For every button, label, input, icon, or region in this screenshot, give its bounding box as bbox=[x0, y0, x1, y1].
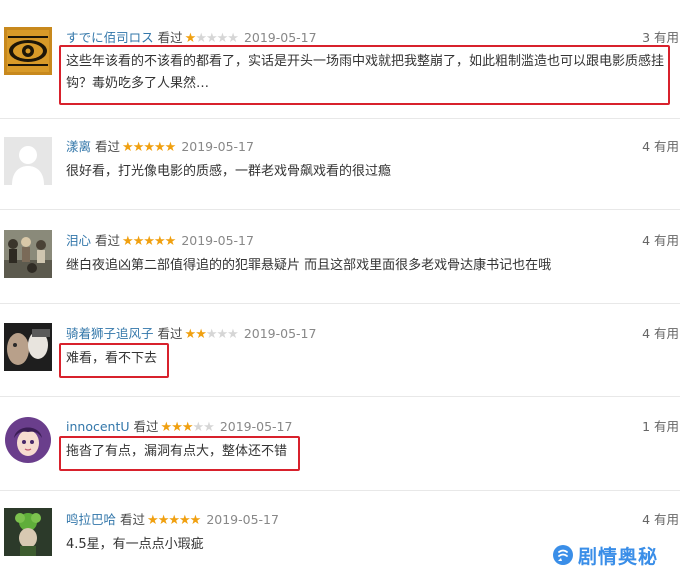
username-link[interactable]: innocentU bbox=[66, 419, 130, 434]
review-date: 2019-05-17 bbox=[181, 233, 254, 248]
star-empty-icon: ★ bbox=[205, 327, 218, 342]
review-meta: innocentU 看过 ★★★★★ 2019-05-17 bbox=[66, 418, 292, 436]
star-filled-icon: ★ bbox=[164, 234, 177, 249]
star-empty-icon: ★ bbox=[216, 327, 229, 342]
star-filled-icon: ★ bbox=[147, 513, 159, 528]
star-rating: ★★★★★ bbox=[184, 327, 239, 342]
username-link[interactable]: 泪心 bbox=[66, 233, 91, 248]
star-filled-icon: ★ bbox=[122, 140, 134, 155]
star-empty-icon: ★ bbox=[192, 420, 205, 435]
star-filled-icon: ★ bbox=[122, 234, 134, 249]
highlight-box bbox=[59, 45, 670, 105]
useful-count[interactable]: 4 有用 bbox=[642, 138, 679, 156]
star-filled-icon: ★ bbox=[132, 140, 145, 155]
useful-count[interactable]: 4 有用 bbox=[642, 511, 679, 529]
watermark-text: 剧情奥秘 bbox=[578, 545, 659, 568]
default-user-icon bbox=[4, 137, 52, 185]
review-meta: 骑着狮子追风子 看过 ★★★★★ 2019-05-17 bbox=[66, 325, 316, 343]
star-rating: ★★★★★ bbox=[122, 234, 177, 249]
star-filled-icon: ★ bbox=[181, 420, 194, 435]
star-filled-icon: ★ bbox=[157, 513, 170, 528]
divider bbox=[0, 490, 680, 491]
highlight-box bbox=[59, 436, 300, 471]
star-filled-icon: ★ bbox=[160, 420, 173, 435]
anime-girl-icon bbox=[4, 416, 52, 464]
star-rating: ★★★★★ bbox=[160, 420, 215, 435]
useful-count[interactable]: 4 有用 bbox=[642, 325, 679, 343]
star-filled-icon: ★ bbox=[195, 327, 207, 342]
star-filled-icon: ★ bbox=[143, 140, 155, 155]
watch-status: 看过 bbox=[157, 326, 183, 341]
watch-status: 看过 bbox=[157, 30, 183, 45]
watch-status: 看过 bbox=[95, 233, 121, 248]
eye-pattern-icon bbox=[4, 27, 52, 75]
star-rating: ★★★★★ bbox=[122, 140, 177, 155]
star-filled-icon: ★ bbox=[179, 513, 191, 528]
divider bbox=[0, 118, 680, 119]
review-meta: 鸣拉巴哈 看过 ★★★★★ 2019-05-17 bbox=[66, 511, 279, 529]
star-filled-icon: ★ bbox=[184, 31, 197, 46]
star-empty-icon: ★ bbox=[216, 31, 229, 46]
useful-count[interactable]: 4 有用 bbox=[642, 232, 679, 250]
group-photo-icon bbox=[4, 230, 52, 278]
review-text: 继白夜追凶第二部值得追的的犯罪悬疑片 而且这部戏里面很多老戏骨达康书记也在哦 bbox=[66, 258, 552, 273]
review-text: 很好看，打光像电影的质感，一群老戏骨飙戏看的很过瘾 bbox=[66, 164, 392, 179]
star-filled-icon: ★ bbox=[171, 420, 183, 435]
star-filled-icon: ★ bbox=[132, 234, 145, 249]
review-date: 2019-05-17 bbox=[181, 139, 254, 154]
star-filled-icon: ★ bbox=[154, 140, 166, 155]
user-avatar[interactable] bbox=[4, 230, 52, 278]
chat-bubble-icon bbox=[553, 545, 573, 565]
watermark: 剧情奥秘 bbox=[552, 541, 658, 569]
star-filled-icon: ★ bbox=[168, 513, 180, 528]
star-empty-icon: ★ bbox=[205, 31, 218, 46]
review-date: 2019-05-17 bbox=[243, 326, 317, 341]
username-link[interactable]: 鸣拉巴哈 bbox=[66, 512, 116, 527]
star-empty-icon: ★ bbox=[227, 327, 239, 342]
star-filled-icon: ★ bbox=[154, 234, 166, 249]
username-link[interactable]: 骑着狮子追风子 bbox=[66, 326, 154, 341]
green-figure-icon bbox=[4, 508, 52, 556]
username-link[interactable]: すでに佰司ロス bbox=[66, 30, 154, 45]
star-filled-icon: ★ bbox=[143, 234, 155, 249]
user-avatar[interactable] bbox=[4, 508, 52, 556]
star-filled-icon: ★ bbox=[189, 513, 202, 528]
review-meta: 泪心 看过 ★★★★★ 2019-05-17 bbox=[66, 232, 254, 250]
divider bbox=[0, 303, 680, 304]
review-date: 2019-05-17 bbox=[219, 419, 293, 434]
user-avatar[interactable] bbox=[4, 27, 52, 75]
watch-status: 看过 bbox=[95, 139, 121, 154]
divider bbox=[0, 396, 680, 397]
star-rating: ★★★★★ bbox=[147, 513, 202, 528]
user-avatar[interactable] bbox=[4, 323, 52, 371]
divider bbox=[0, 209, 680, 210]
watch-status: 看过 bbox=[120, 512, 146, 527]
watch-status: 看过 bbox=[133, 419, 159, 434]
star-empty-icon: ★ bbox=[203, 420, 215, 435]
star-empty-icon: ★ bbox=[195, 31, 207, 46]
review-date: 2019-05-17 bbox=[206, 512, 279, 527]
highlight-box bbox=[59, 343, 169, 378]
star-rating: ★★★★★ bbox=[184, 31, 239, 46]
star-filled-icon: ★ bbox=[164, 140, 177, 155]
user-avatar[interactable] bbox=[4, 416, 52, 464]
portrait-photo-icon bbox=[4, 323, 52, 371]
star-filled-icon: ★ bbox=[184, 327, 197, 342]
review-meta: 漾离 看过 ★★★★★ 2019-05-17 bbox=[66, 138, 254, 156]
review-date: 2019-05-17 bbox=[243, 30, 317, 45]
star-empty-icon: ★ bbox=[227, 31, 239, 46]
username-link[interactable]: 漾离 bbox=[66, 139, 91, 154]
user-avatar[interactable] bbox=[4, 137, 52, 185]
useful-count[interactable]: 1 有用 bbox=[642, 418, 679, 436]
